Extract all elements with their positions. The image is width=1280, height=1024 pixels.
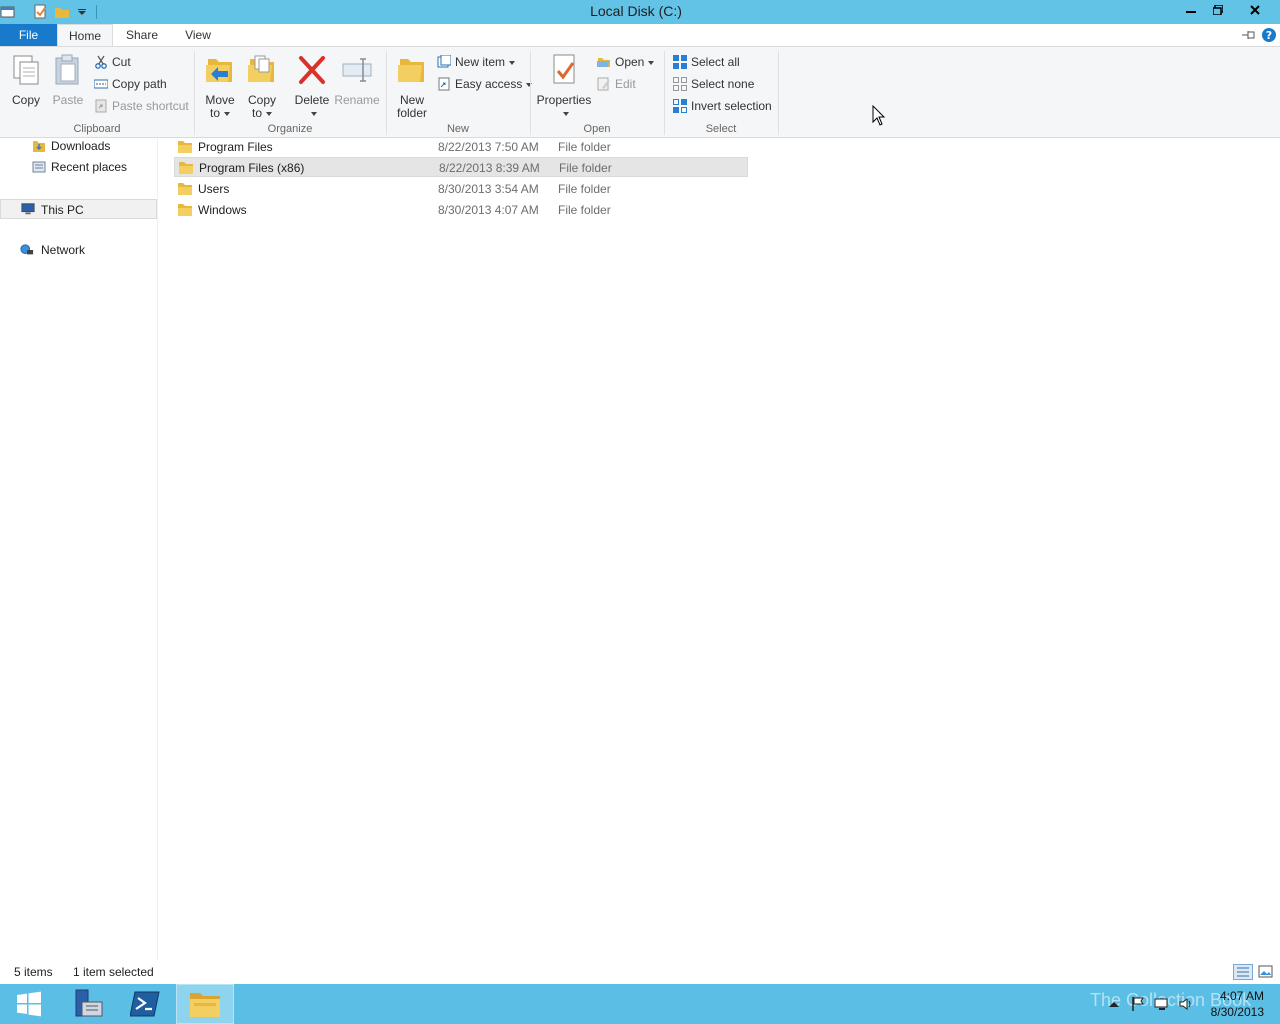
tab-file[interactable]: File [0, 24, 57, 47]
rename-button[interactable]: Rename [334, 53, 380, 107]
new-folder-button[interactable]: New folder [392, 53, 432, 120]
windows-logo-icon [17, 991, 41, 1017]
delete-button[interactable]: Delete [292, 53, 332, 120]
properties-button[interactable]: Properties [536, 53, 592, 120]
new-item-icon [437, 55, 451, 68]
copy-to-icon [248, 55, 274, 82]
start-button[interactable] [0, 984, 58, 1024]
folder-icon [178, 183, 192, 195]
folder-icon [178, 141, 192, 153]
file-row-selected[interactable]: Program Files (x86) 8/22/2013 8:39 AM Fi… [174, 157, 748, 177]
paste-button[interactable]: Paste [50, 53, 86, 107]
taskbar-clock[interactable]: 4:07 AM 8/30/2013 [1211, 988, 1264, 1020]
edit-button[interactable]: Edit [595, 75, 636, 93]
group-label-open: Open [583, 123, 611, 135]
copy-button[interactable]: Copy [8, 53, 44, 107]
taskbar-powershell[interactable] [116, 984, 174, 1024]
invert-selection-icon [673, 99, 687, 113]
group-label-new: New [446, 123, 469, 135]
mouse-cursor-icon [872, 105, 886, 126]
paste-icon [55, 54, 79, 85]
select-all-icon [673, 55, 687, 69]
minimize-button[interactable] [1177, 0, 1205, 20]
paste-shortcut-button[interactable]: Paste shortcut [92, 97, 189, 115]
volume-icon[interactable] [1178, 996, 1194, 1012]
taskbar-server-manager[interactable] [58, 984, 116, 1024]
pin-ribbon-icon[interactable] [1240, 28, 1256, 42]
copy-path-icon [94, 79, 108, 89]
navigation-pane: Downloads Recent places This PC Network [0, 138, 158, 960]
restore-button[interactable] [1204, 0, 1232, 20]
nav-item-network[interactable]: Network [20, 240, 85, 260]
tab-view[interactable]: View [172, 24, 224, 47]
large-icons-view-icon[interactable] [1256, 964, 1276, 980]
new-folder-icon [398, 59, 424, 82]
file-row[interactable]: Program Files 8/22/2013 7:50 AM File fol… [174, 137, 748, 157]
tab-share[interactable]: Share [116, 24, 168, 47]
action-center-flag-icon[interactable] [1130, 996, 1146, 1012]
easy-access-button[interactable]: Easy access [435, 75, 533, 93]
clock-time: 4:07 AM [1219, 989, 1264, 1003]
taskbar: The Collection Book 4:07 AM 8/30/2013 [0, 984, 1280, 1024]
help-icon[interactable]: ? [1261, 27, 1277, 43]
move-to-icon [206, 59, 232, 82]
cut-button[interactable]: Cut [92, 53, 131, 71]
window-title: Local Disk (C:) [590, 3, 682, 19]
ribbon-tabs: File Home Share View ? [0, 24, 1280, 47]
network-tray-icon[interactable] [1154, 996, 1170, 1012]
file-explorer-icon [190, 993, 220, 1017]
group-label-select: Select [705, 123, 737, 135]
title-bar: Local Disk (C:) [0, 0, 1280, 24]
clock-date: 8/30/2013 [1210, 1005, 1264, 1019]
copy-path-button[interactable]: Copy path [92, 75, 167, 93]
file-row[interactable]: Users 8/30/2013 3:54 AM File folder [174, 179, 748, 199]
powershell-icon [130, 991, 160, 1017]
nav-item-downloads[interactable]: Downloads [30, 136, 110, 156]
close-icon [1250, 5, 1260, 15]
group-separator [778, 51, 779, 135]
folder-icon [178, 204, 192, 216]
svg-text:?: ? [1266, 29, 1272, 42]
delete-x-icon [299, 56, 325, 84]
minimize-icon [1186, 11, 1196, 13]
folder-icon [179, 162, 193, 174]
edit-icon [597, 77, 610, 91]
copy-to-button[interactable]: Copy to [244, 53, 280, 120]
paste-shortcut-icon [95, 99, 107, 113]
status-bar: 5 items 1 item selected [0, 960, 1280, 984]
copy-icon [13, 55, 39, 85]
this-pc-icon [21, 203, 35, 215]
select-none-icon [673, 77, 687, 91]
nav-item-recent-places[interactable]: Recent places [30, 157, 127, 177]
taskbar-file-explorer[interactable] [176, 984, 234, 1024]
item-count: 5 items [14, 965, 53, 979]
selection-count: 1 item selected [73, 965, 154, 979]
group-label-clipboard: Clipboard [73, 123, 121, 135]
server-manager-icon [75, 989, 103, 1017]
easy-access-icon [438, 77, 450, 91]
nav-item-this-pc[interactable]: This PC [0, 199, 157, 219]
open-folder-icon [597, 58, 610, 67]
new-item-button[interactable]: New item [435, 53, 516, 71]
open-button[interactable]: Open [595, 53, 655, 71]
show-hidden-icons-icon[interactable] [1106, 996, 1122, 1012]
close-button[interactable] [1232, 0, 1278, 20]
scissors-icon [95, 55, 107, 69]
network-icon [20, 244, 34, 255]
restore-icon [1213, 5, 1223, 15]
select-none-button[interactable]: Select none [671, 75, 754, 93]
downloads-folder-icon [33, 141, 45, 152]
invert-selection-button[interactable]: Invert selection [671, 97, 772, 115]
properties-icon [553, 54, 575, 84]
details-view-icon[interactable] [1233, 964, 1253, 980]
rename-icon [342, 58, 372, 82]
group-label-organize: Organize [267, 123, 313, 135]
move-to-button[interactable]: Move to [202, 53, 238, 120]
select-all-button[interactable]: Select all [671, 53, 740, 71]
tab-home[interactable]: Home [57, 24, 113, 47]
recent-places-icon [32, 161, 46, 173]
ribbon-home: Copy Paste Cut Copy path Paste shortcut … [0, 46, 1280, 138]
file-row[interactable]: Windows 8/30/2013 4:07 AM File folder [174, 200, 748, 220]
